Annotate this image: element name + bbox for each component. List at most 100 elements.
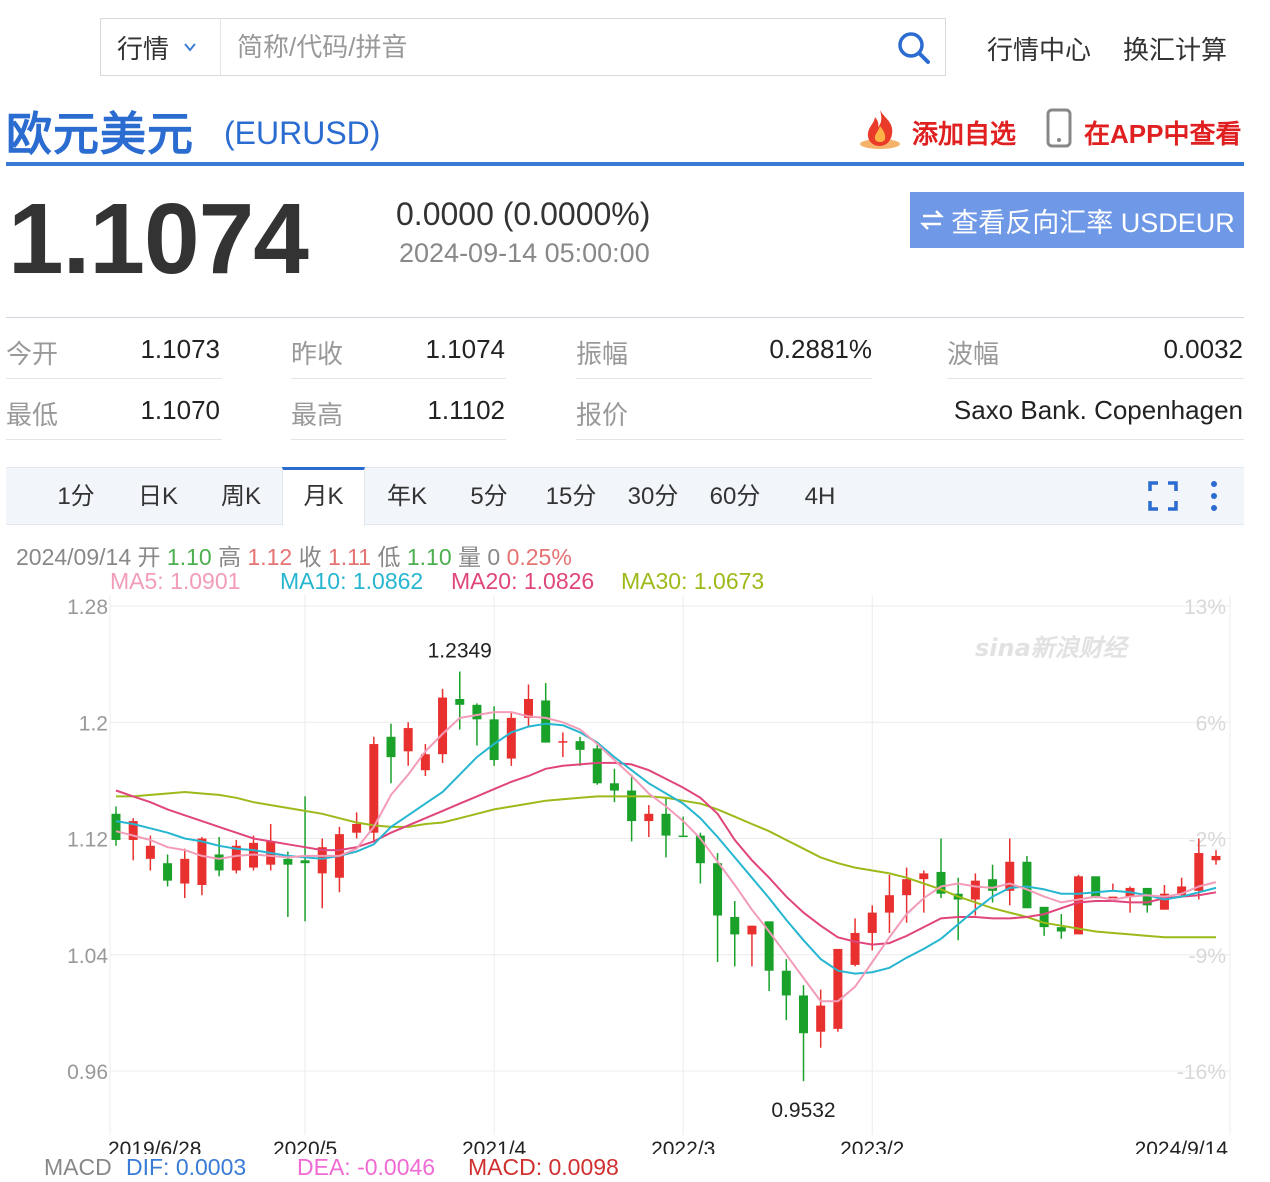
candle-body <box>180 858 190 884</box>
stat-divider <box>291 378 506 379</box>
stat-divider <box>6 439 222 440</box>
candle-body <box>678 835 688 838</box>
candle-body <box>1056 927 1066 932</box>
candle-body <box>1211 855 1221 861</box>
close-label: 收 <box>298 544 322 570</box>
macd-label: MACD <box>44 1154 112 1180</box>
fullscreen-icon[interactable] <box>1148 481 1178 511</box>
tab-4h[interactable]: 4H <box>790 468 850 525</box>
stat-label-open: 今开 <box>6 339 59 369</box>
x-tick-label: 2020/5 <box>273 1138 337 1154</box>
candle-body <box>713 863 723 916</box>
pct-tick-label: -2% <box>1189 829 1226 852</box>
stat-value-open: 1.1073 <box>140 334 220 364</box>
candle-body <box>300 860 310 864</box>
candle-body <box>1022 861 1032 909</box>
candle-body <box>283 858 293 865</box>
candle-body <box>1091 876 1101 899</box>
candle-body <box>145 845 155 859</box>
stat-value-amplitude: 0.2881% <box>769 334 872 364</box>
y-tick-label: 1.28 <box>67 596 108 619</box>
fx-calculator-link[interactable]: 换汇计算 <box>1123 30 1227 67</box>
extreme-value-label: 0.9532 <box>771 1099 835 1122</box>
candle-body <box>970 880 980 900</box>
quote-timestamp: 2024-09-14 05:00:00 <box>399 238 650 268</box>
candle-body <box>403 728 413 752</box>
candle-body <box>575 741 585 750</box>
x-tick-label: 2019/6/28 <box>108 1138 201 1154</box>
candle-body <box>386 736 396 758</box>
kline-chart[interactable]: 1.28 1.2 1.12 1.04 0.96 13% 6% -2% -9% -16% 2019/6… <box>0 590 1270 1154</box>
change-pct: 0.25% <box>506 544 572 570</box>
more-options-icon[interactable] <box>1208 479 1220 513</box>
market-select-label: 行情 <box>117 33 170 64</box>
open-value: 1.10 <box>166 544 212 570</box>
candle-body <box>816 1005 826 1032</box>
reverse-rate-button[interactable]: 查看反向汇率 USDEUR <box>910 192 1244 248</box>
candle-body <box>781 970 791 996</box>
fire-icon[interactable] <box>858 108 902 150</box>
y-tick-label: 1.04 <box>67 945 108 968</box>
macd-dif: DIF: 0.0003 <box>126 1154 247 1180</box>
stat-label-high: 最高 <box>291 400 344 430</box>
y-tick-label: 1.12 <box>67 829 108 852</box>
candle-body <box>317 847 327 874</box>
market-select[interactable]: 行情 <box>101 19 221 75</box>
macd-dea: DEA: -0.0046 <box>297 1154 436 1180</box>
volume-label: 量 <box>458 544 481 570</box>
tab-weekly-k[interactable]: 周K <box>210 468 272 525</box>
candle-body <box>1074 876 1083 935</box>
high-value: 1.12 <box>247 544 293 570</box>
candle-body <box>558 741 568 743</box>
swap-icon <box>920 210 945 230</box>
pct-tick-label: 13% <box>1184 596 1226 619</box>
search-input[interactable] <box>237 19 837 75</box>
volume-value: 0 <box>487 544 501 570</box>
x-tick-label: 2024/9/14 <box>1135 1138 1229 1154</box>
tab-yearly-k[interactable]: 年K <box>376 468 438 525</box>
period-tabbar: 1分 日K 周K 月K 年K 5分 15分 30分 60分 4H <box>6 467 1244 526</box>
y-tick-label: 1.2 <box>79 712 108 735</box>
candle-body <box>609 783 619 791</box>
view-in-app-button[interactable]: 在APP中查看 <box>1084 114 1241 151</box>
candle-body <box>627 790 637 822</box>
candle-body <box>592 748 602 784</box>
price-change: 0.0000 (0.0000%) <box>396 196 651 232</box>
search-icon[interactable] <box>897 31 931 65</box>
tab-15min[interactable]: 15分 <box>540 468 602 525</box>
candle-body <box>1005 861 1015 891</box>
candle-body <box>988 879 998 891</box>
title-divider <box>6 162 1244 166</box>
tab-monthly-k[interactable]: 月K <box>282 467 365 526</box>
x-tick-label: 2022/3 <box>651 1138 715 1154</box>
stat-label-low: 最低 <box>6 400 59 430</box>
current-price: 1.1074 <box>8 183 309 295</box>
market-center-link[interactable]: 行情中心 <box>987 30 1091 67</box>
candle-body <box>661 813 671 836</box>
stat-label-range: 波幅 <box>947 339 1000 369</box>
tab-daily-k[interactable]: 日K <box>128 468 188 525</box>
candle-body <box>730 916 740 935</box>
candle-body <box>455 699 465 705</box>
stat-value-low: 1.1070 <box>140 395 220 425</box>
x-tick-label: 2023/2 <box>840 1138 904 1154</box>
stat-label-quote-source: 报价 <box>576 400 629 430</box>
pct-tick-label: -16% <box>1177 1061 1226 1084</box>
tab-60min[interactable]: 60分 <box>704 468 766 525</box>
candle-body <box>902 879 912 896</box>
tab-5min[interactable]: 5分 <box>458 468 520 525</box>
symbol-code: (EURUSD) <box>224 115 381 151</box>
candle-body <box>472 704 482 720</box>
add-favorite-button[interactable]: 添加自选 <box>912 114 1016 151</box>
candle-body <box>850 932 860 965</box>
candle-body <box>799 995 808 1034</box>
candle-body <box>506 717 516 759</box>
tab-30min[interactable]: 30分 <box>622 468 684 525</box>
candle-info: 2024/09/14 开 1.10 高 1.12 收 1.11 低 1.10 量… <box>16 538 572 572</box>
tab-1min[interactable]: 1分 <box>46 468 106 525</box>
candle-date: 2024/09/14 <box>16 544 132 570</box>
candle-body <box>352 823 362 833</box>
phone-icon[interactable] <box>1046 108 1072 148</box>
candle-body <box>438 697 448 755</box>
y-tick-label: 0.96 <box>67 1061 108 1084</box>
